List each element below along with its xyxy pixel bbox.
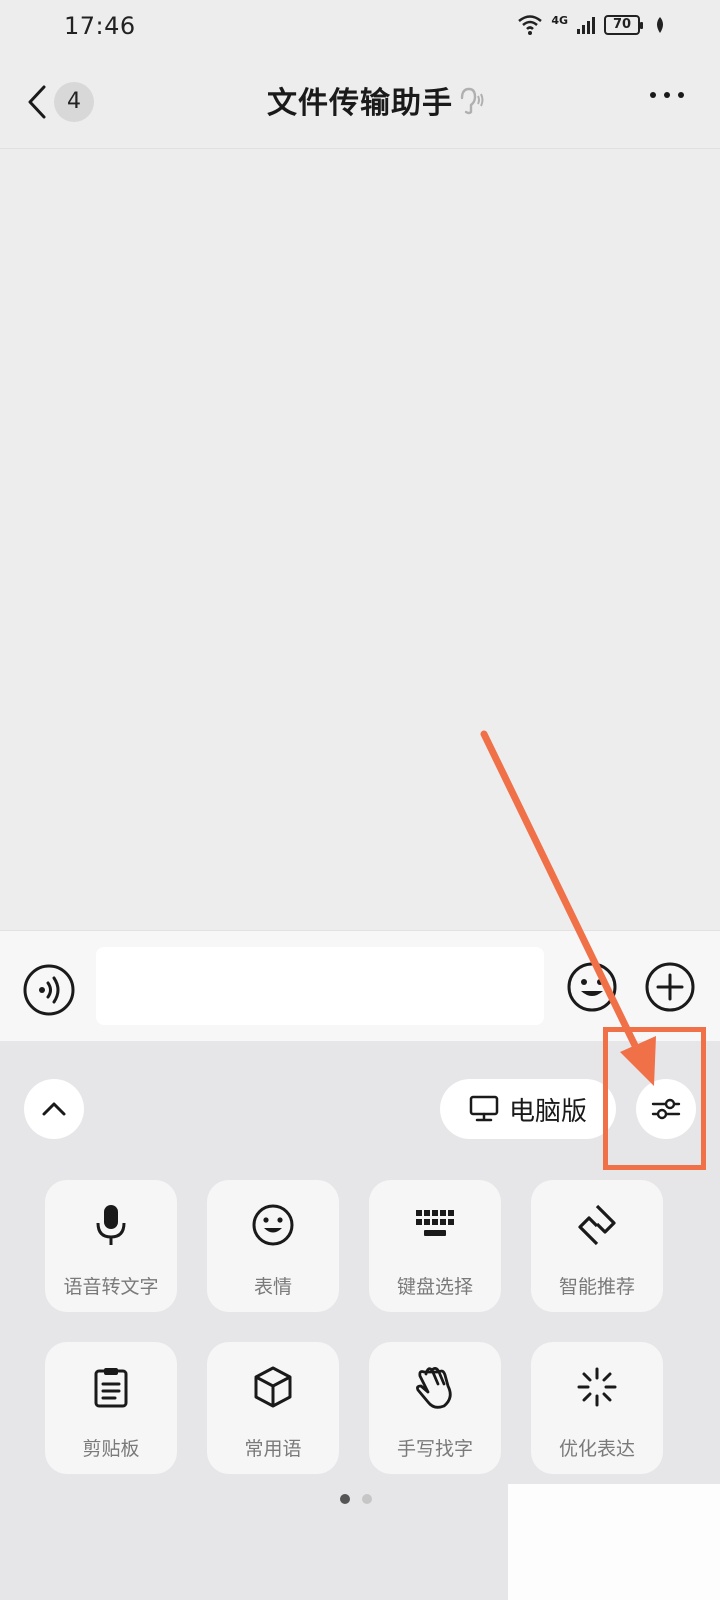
tile-speech-to-text[interactable]: 语音转文字 — [45, 1180, 177, 1312]
tile-label: 手写找字 — [396, 1438, 473, 1460]
tile-label: 剪贴板 — [82, 1438, 140, 1460]
network-type: 4G — [551, 13, 568, 27]
leaf-icon — [657, 17, 663, 33]
tile-label: 语音转文字 — [63, 1276, 159, 1298]
tile-keyboard-select[interactable]: 键盘选择 — [369, 1180, 501, 1312]
battery-icon: 70 — [604, 15, 643, 35]
status-icons: 4G 70 — [517, 14, 666, 36]
tile-common-phrases[interactable]: 常用语 — [207, 1342, 339, 1474]
cube-icon — [254, 1366, 292, 1408]
page-title: 文件传输助手 — [267, 86, 453, 121]
handwriting-icon — [416, 1367, 452, 1409]
microphone-icon — [96, 1205, 126, 1245]
tile-label: 智能推荐 — [558, 1276, 635, 1298]
tile-handwriting[interactable]: 手写找字 — [369, 1342, 501, 1474]
voice-input-icon[interactable] — [22, 963, 76, 1017]
chevron-up-icon — [42, 1102, 66, 1116]
keyboard-icon — [416, 1210, 454, 1236]
more-menu-button[interactable] — [650, 92, 684, 98]
watermark-patch — [508, 1484, 720, 1600]
page-indicator — [340, 1494, 372, 1504]
wifi-icon — [518, 15, 543, 35]
page-dot-active — [340, 1494, 350, 1504]
earpiece-mode-icon — [460, 87, 484, 115]
status-time: 17:46 — [64, 12, 136, 40]
smart-recommend-icon — [578, 1204, 616, 1246]
tile-label: 表情 — [253, 1276, 292, 1298]
nav-bar: 4 文件传输助手 — [0, 56, 720, 149]
status-bar: 17:46 4G 70 — [0, 0, 720, 56]
signal-icon — [577, 17, 595, 34]
tile-clipboard[interactable]: 剪贴板 — [45, 1342, 177, 1474]
tile-optimize-expression[interactable]: 优化表达 — [531, 1342, 663, 1474]
tile-label: 常用语 — [244, 1438, 302, 1460]
tile-smart-recommend[interactable]: 智能推荐 — [531, 1180, 663, 1312]
tile-label: 键盘选择 — [396, 1276, 473, 1298]
page-dot — [362, 1494, 372, 1504]
tile-label: 优化表达 — [558, 1438, 635, 1460]
tile-emoji[interactable]: 表情 — [207, 1180, 339, 1312]
smiley-icon — [252, 1204, 294, 1246]
sparkle-icon — [577, 1367, 617, 1407]
annotation-highlight-box — [603, 1027, 706, 1170]
clipboard-icon — [94, 1368, 128, 1408]
collapse-button[interactable] — [24, 1079, 84, 1139]
